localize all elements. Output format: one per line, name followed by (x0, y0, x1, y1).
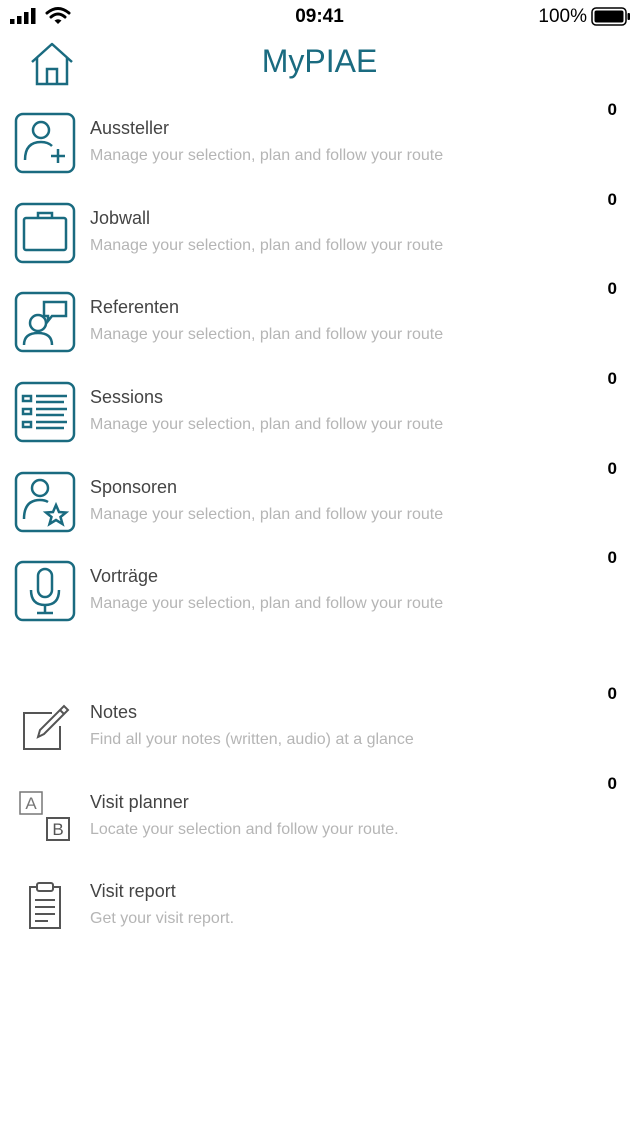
list-item-visit-report[interactable]: Visit report Get your visit report. (0, 875, 639, 961)
battery-icon (591, 7, 630, 26)
item-subtitle: Locate your selection and follow your ro… (90, 821, 399, 838)
item-count: 0 (607, 684, 617, 703)
item-count: 0 (607, 100, 617, 119)
list-icon (14, 381, 76, 443)
list-item-aussteller[interactable]: Aussteller Manage your selection, plan a… (0, 100, 639, 198)
battery-percentage: 100% (538, 6, 587, 27)
item-count: 0 (607, 279, 617, 298)
briefcase-icon (14, 202, 76, 264)
item-subtitle: Manage your selection, plan and follow y… (90, 506, 444, 523)
item-label: Sponsoren (90, 477, 178, 497)
speaker-chat-icon (14, 291, 76, 353)
item-count: 0 (607, 548, 617, 567)
list-item-referenten[interactable]: Referenten Manage your selection, plan a… (0, 279, 639, 377)
item-count: 0 (607, 190, 617, 209)
star-person-icon (14, 471, 76, 533)
item-label: Jobwall (90, 208, 151, 228)
item-subtitle: Get your visit report. (90, 910, 235, 927)
item-label: Referenten (90, 297, 180, 317)
page-title: MyPIAE (261, 43, 378, 79)
list-item-visit-planner[interactable]: A B Visit planner Locate your selection … (0, 774, 639, 872)
list-item-sponsoren[interactable]: Sponsoren Manage your selection, plan an… (0, 459, 639, 557)
svg-text:B: B (52, 820, 63, 839)
edit-note-icon (23, 704, 70, 750)
svg-text:A: A (25, 794, 37, 813)
list-item-vortraege[interactable]: Vorträge Manage your selection, plan and… (0, 548, 639, 646)
item-label: Visit report (90, 881, 176, 901)
clipboard-icon (29, 882, 61, 929)
microphone-icon (14, 560, 76, 622)
item-label: Sessions (90, 387, 164, 407)
item-count: 0 (607, 774, 617, 793)
item-subtitle: Manage your selection, plan and follow y… (90, 326, 444, 343)
item-label: Vorträge (90, 566, 159, 586)
item-subtitle: Manage your selection, plan and follow y… (90, 237, 444, 254)
item-count: 0 (607, 459, 617, 478)
list-item-sessions[interactable]: Sessions Manage your selection, plan and… (0, 369, 639, 467)
a-b-route-icon: A B (19, 791, 70, 841)
item-label: Aussteller (90, 118, 170, 138)
item-label: Visit planner (90, 792, 189, 812)
item-subtitle: Manage your selection, plan and follow y… (90, 147, 444, 164)
item-label: Notes (90, 702, 138, 722)
list-item-notes[interactable]: Notes Find all your notes (written, audi… (0, 684, 639, 782)
status-bar: 09:41 100% (0, 0, 639, 34)
list-item-jobwall[interactable]: Jobwall Manage your selection, plan and … (0, 190, 639, 288)
item-subtitle: Manage your selection, plan and follow y… (90, 416, 444, 433)
item-subtitle: Find all your notes (written, audio) at … (90, 731, 414, 748)
add-person-icon (14, 112, 76, 174)
item-subtitle: Manage your selection, plan and follow y… (90, 595, 444, 612)
item-count: 0 (607, 369, 617, 388)
